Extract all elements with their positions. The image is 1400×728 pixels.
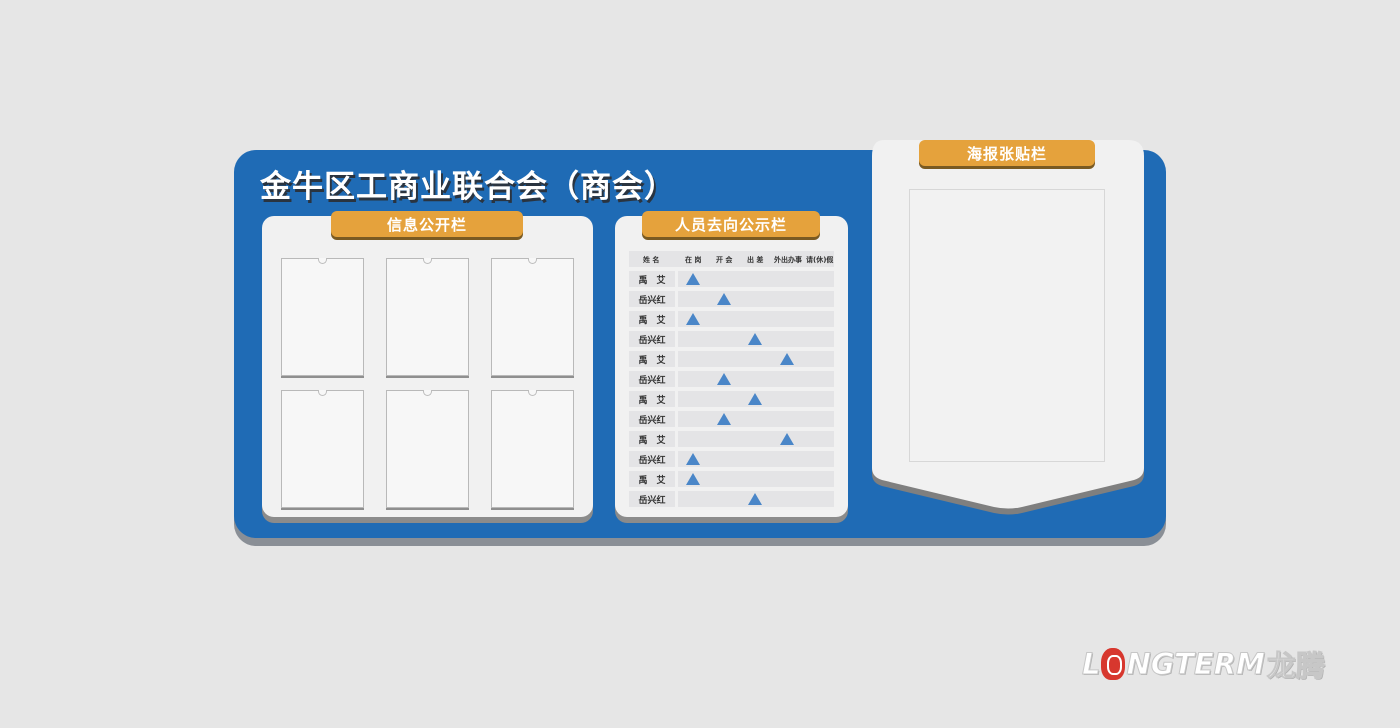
staff-row-name: 岳兴红 bbox=[629, 491, 675, 507]
staff-row-name: 岳兴红 bbox=[629, 371, 675, 387]
status-marker-icon bbox=[686, 313, 700, 325]
staff-row-name: 岳兴红 bbox=[629, 291, 675, 307]
info-sheet bbox=[386, 258, 469, 376]
staff-row-name: 禹 艾 bbox=[629, 311, 675, 327]
status-marker-icon bbox=[748, 493, 762, 505]
logo-text-cn: 龙腾 bbox=[1266, 649, 1325, 684]
staff-row-name: 禹 艾 bbox=[629, 391, 675, 407]
status-marker-icon bbox=[748, 333, 762, 345]
status-marker-icon bbox=[686, 473, 700, 485]
info-panel-label: 信息公开栏 bbox=[331, 211, 523, 237]
staff-row-status-bar bbox=[678, 311, 834, 327]
logo-text-prefix: L bbox=[1081, 647, 1101, 682]
info-sheet bbox=[386, 390, 469, 508]
staff-row-status-bar bbox=[678, 431, 834, 447]
staff-row-name: 禹 艾 bbox=[629, 431, 675, 447]
column-header: 在 岗 bbox=[685, 256, 702, 264]
column-header: 开 会 bbox=[716, 256, 733, 264]
column-header: 请(休)假 bbox=[806, 256, 834, 264]
staff-row-status-bar bbox=[678, 411, 834, 427]
clip-hole bbox=[423, 258, 432, 264]
staff-row-name: 禹 艾 bbox=[629, 351, 675, 367]
status-marker-icon bbox=[686, 273, 700, 285]
logo-text-suffix: NGTERM bbox=[1126, 647, 1265, 682]
board-title: 金牛区工商业联合会（商会） bbox=[260, 169, 676, 205]
status-marker-icon bbox=[780, 353, 794, 365]
poster-panel-label: 海报张贴栏 bbox=[919, 140, 1095, 166]
poster-area bbox=[909, 189, 1105, 462]
status-marker-icon bbox=[780, 433, 794, 445]
brand-logo: L NGTERM 龙腾 bbox=[1081, 646, 1325, 684]
staff-row-name: 岳兴红 bbox=[629, 411, 675, 427]
staff-row-name: 禹 艾 bbox=[629, 271, 675, 287]
status-marker-icon bbox=[686, 453, 700, 465]
column-header: 姓 名 bbox=[643, 256, 660, 264]
staff-panel-label: 人员去向公示栏 bbox=[642, 211, 820, 237]
clip-hole bbox=[318, 258, 327, 264]
staff-row-status-bar bbox=[678, 271, 834, 287]
staff-row-name: 禹 艾 bbox=[629, 471, 675, 487]
column-header: 出 差 bbox=[747, 256, 764, 264]
clip-hole bbox=[528, 390, 537, 396]
staff-table-header: 姓 名 在 岗 开 会 出 差 外出办事 请(休)假 bbox=[629, 251, 834, 267]
info-sheet bbox=[491, 390, 574, 508]
clip-hole bbox=[528, 258, 537, 264]
status-marker-icon bbox=[717, 373, 731, 385]
column-header: 外出办事 bbox=[774, 256, 802, 264]
info-sheet bbox=[281, 258, 364, 376]
status-marker-icon bbox=[717, 413, 731, 425]
clip-hole bbox=[318, 390, 327, 396]
staff-row-status-bar bbox=[678, 471, 834, 487]
status-marker-icon bbox=[717, 293, 731, 305]
info-sheet bbox=[491, 258, 574, 376]
staff-row-status-bar bbox=[678, 291, 834, 307]
staff-row-name: 岳兴红 bbox=[629, 331, 675, 347]
clip-hole bbox=[423, 390, 432, 396]
staff-row-name: 岳兴红 bbox=[629, 451, 675, 467]
info-sheet bbox=[281, 390, 364, 508]
staff-row-status-bar bbox=[678, 351, 834, 367]
staff-row-status-bar bbox=[678, 451, 834, 467]
staff-row-status-bar bbox=[678, 371, 834, 387]
status-marker-icon bbox=[748, 393, 762, 405]
seal-icon bbox=[1101, 648, 1126, 680]
